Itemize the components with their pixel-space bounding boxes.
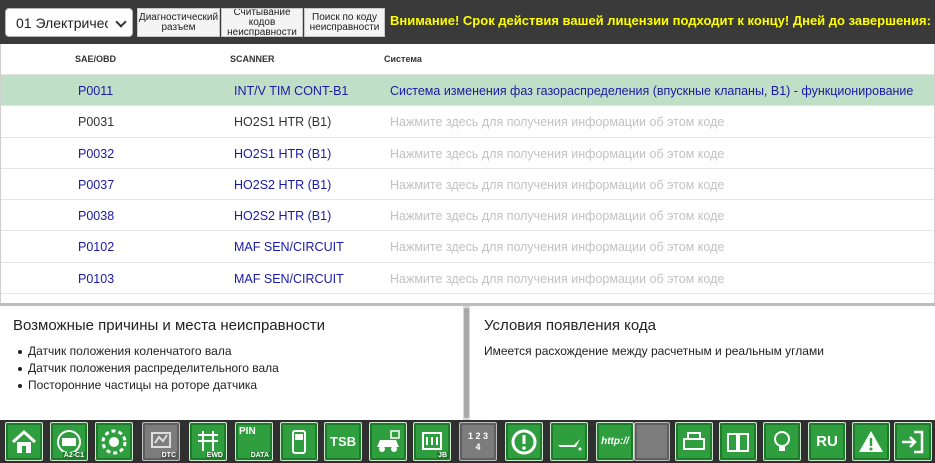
ewd-sublabel: EWD	[205, 452, 224, 459]
dtc-icon: DTC	[142, 422, 180, 461]
jb-icon[interactable]: JB	[413, 422, 451, 461]
scanner-cell[interactable]: HO2S2 HTR (B1)	[234, 209, 331, 223]
causes-list: Датчик положения коленчатого вала Датчик…	[18, 344, 279, 395]
jb-sublabel: JB	[437, 452, 448, 459]
system-cell[interactable]: Нажмите здесь для получения информации о…	[390, 178, 724, 192]
keypad-icon: 1 2 3 4	[459, 422, 497, 461]
scanner-cell[interactable]: INT/V TIM CONT-B1	[234, 84, 348, 98]
home-icon[interactable]	[5, 422, 43, 461]
bottom-toolbar: A2-C1 DTC EWD PIN DATA TSB JB 1 2 3 4 ht…	[0, 420, 935, 463]
system-cell[interactable]: Нажмите здесь для получения информации о…	[390, 147, 724, 161]
chevron-down-icon	[115, 16, 127, 28]
tsb-icon[interactable]: TSB	[324, 422, 362, 461]
list-item: Датчик положения коленчатого вала	[18, 344, 279, 361]
warning-circle-icon[interactable]	[505, 422, 543, 461]
system-cell[interactable]: Нажмите здесь для получения информации о…	[390, 115, 724, 129]
column-header-sae-obd: SAE/OBD	[75, 54, 117, 64]
language-label: RU	[816, 433, 838, 450]
scanner-icon[interactable]	[675, 422, 713, 461]
splitter-grip[interactable]	[464, 308, 469, 418]
http-label: http://	[601, 436, 629, 447]
table-row[interactable]: P0011 INT/V TIM CONT-B1 Система изменени…	[1, 75, 934, 107]
alert-triangle-icon[interactable]	[852, 422, 890, 461]
search-code-button[interactable]: Поиск по коду неисправности	[304, 8, 385, 37]
panel-splitter[interactable]	[463, 306, 470, 420]
top-toolbar: 01 Электрическа Диагностический разъем С…	[0, 0, 935, 44]
table-row[interactable]: P0032 HO2S1 HTR (B1) Нажмите здесь для п…	[1, 138, 934, 169]
system-cell[interactable]: Нажмите здесь для получения информации о…	[390, 209, 724, 223]
code-cell[interactable]: P0032	[78, 147, 114, 161]
license-notice: Внимание! Срок действия вашей лицензии п…	[390, 13, 935, 28]
conditions-text: Имеется расхождение между расчетным и ре…	[484, 344, 824, 358]
system-select[interactable]: 01 Электрическа	[5, 8, 133, 37]
obd-connector-icon[interactable]: A2-C1	[50, 422, 88, 461]
oil-can-icon[interactable]	[550, 422, 588, 461]
diagnostic-connector-button[interactable]: Диагностический разъем	[137, 8, 220, 37]
conditions-panel: Условия появления кода Имеется расхожден…	[470, 306, 935, 420]
column-header-system: Система	[384, 54, 422, 64]
column-header-scanner: SCANNER	[230, 54, 275, 64]
scanner-cell[interactable]: MAF SEN/CIRCUIT	[234, 272, 344, 286]
http-icon[interactable]: http://	[596, 422, 634, 461]
language-icon[interactable]: RU	[808, 422, 846, 461]
pin-data-icon[interactable]: PIN DATA	[235, 422, 273, 461]
dtc-table: SAE/OBD SCANNER Система P0011 INT/V TIM …	[0, 44, 935, 303]
scanner-cell[interactable]: HO2S1 HTR (B1)	[234, 115, 331, 129]
code-cell[interactable]: P0038	[78, 209, 114, 223]
tsb-label: TSB	[330, 434, 356, 449]
table-row[interactable]: P0037 HO2S2 HTR (B1) Нажмите здесь для п…	[1, 169, 934, 201]
manual-book-icon[interactable]	[719, 422, 757, 461]
dtc-sublabel: DTC	[160, 452, 177, 459]
gear-diagnostic-icon[interactable]	[95, 422, 133, 461]
causes-title: Возможные причины и места неисправности	[13, 317, 325, 334]
read-codes-button[interactable]: Считывание кодов неисправности	[221, 8, 303, 37]
table-row[interactable]: P0103 MAF SEN/CIRCUIT Нажмите здесь для …	[1, 263, 934, 295]
keypad-label: 1 2 3 4	[467, 430, 489, 452]
table-header: SAE/OBD SCANNER Система	[1, 44, 934, 75]
pin-label: PIN	[239, 426, 256, 437]
causes-panel: Возможные причины и места неисправности …	[0, 306, 463, 420]
system-cell[interactable]: Нажмите здесь для получения информации о…	[390, 272, 724, 286]
exit-icon[interactable]	[894, 422, 932, 461]
obd-connector-sublabel: A2-C1	[62, 452, 85, 459]
code-cell[interactable]: P0037	[78, 178, 114, 192]
system-cell[interactable]: Нажмите здесь для получения информации о…	[390, 240, 724, 254]
scanner-cell[interactable]: MAF SEN/CIRCUIT	[234, 240, 344, 254]
tester-icon[interactable]	[280, 422, 318, 461]
code-cell[interactable]: P0102	[78, 240, 114, 254]
scanner-cell[interactable]: HO2S2 HTR (B1)	[234, 178, 331, 192]
system-select-value: 01 Электрическа	[16, 15, 108, 31]
code-cell[interactable]: P0011	[78, 84, 113, 98]
ewd-icon[interactable]: EWD	[189, 422, 227, 461]
conditions-title: Условия появления кода	[484, 317, 657, 334]
table-row[interactable]: P0102 MAF SEN/CIRCUIT Нажмите здесь для …	[1, 231, 934, 263]
list-item: Посторонние частицы на роторе датчика	[18, 378, 279, 395]
list-item: Датчик положения распределительного вала	[18, 361, 279, 378]
pin-data-sublabel: DATA	[249, 452, 270, 459]
table-row[interactable]: P0031 HO2S1 HTR (B1) Нажмите здесь для п…	[1, 106, 934, 138]
car-service-icon[interactable]	[369, 422, 407, 461]
lightbulb-icon[interactable]	[763, 422, 801, 461]
code-cell[interactable]: P0031	[78, 115, 114, 129]
system-cell[interactable]: Система изменения фаз газораспределения …	[390, 84, 913, 98]
scanner-cell[interactable]: HO2S1 HTR (B1)	[234, 147, 331, 161]
blank-icon	[634, 422, 670, 461]
table-row[interactable]: P0038 HO2S2 HTR (B1) Нажмите здесь для п…	[1, 200, 934, 232]
code-cell[interactable]: P0103	[78, 272, 114, 286]
